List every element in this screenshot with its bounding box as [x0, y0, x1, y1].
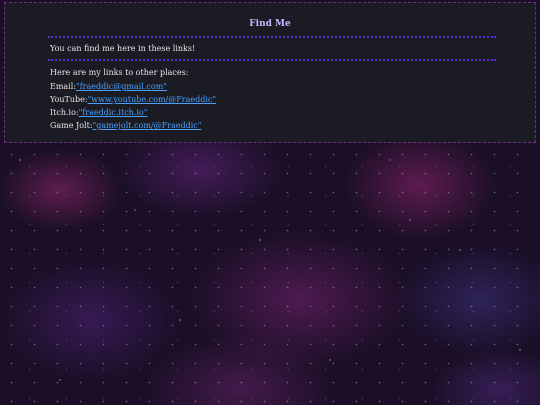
itch-label: Itch.io:: [50, 108, 79, 117]
page-title: Find Me: [249, 19, 291, 29]
email-row: Email:"fraeddic@gmail.com": [50, 82, 167, 92]
space-background: [0, 145, 540, 405]
middle-divider: [48, 59, 496, 61]
email-label: Email:: [50, 82, 77, 91]
gamejolt-row: Game Jolt:"gamejolt.com/@Fraeddic": [50, 121, 201, 131]
youtube-row: YouTube:"www.youtube.com/@Fraeddic": [50, 95, 216, 105]
links-subheading: Here are my links to other places:: [50, 68, 189, 77]
itch-row: Itch.io:"fraeddic.itch.io": [50, 108, 147, 118]
youtube-label: YouTube:: [50, 95, 88, 104]
gamejolt-link[interactable]: "gamejolt.com/@Fraeddic": [93, 121, 202, 130]
find-me-panel: Find Me You can find me here in these li…: [4, 2, 536, 143]
gamejolt-label: Game Jolt:: [50, 121, 93, 130]
email-link[interactable]: "fraeddic@gmail.com": [76, 82, 167, 91]
itch-link[interactable]: "fraeddic.itch.io": [79, 108, 148, 117]
intro-text: You can find me here in these links!: [50, 44, 196, 53]
youtube-link[interactable]: "www.youtube.com/@Fraeddic": [88, 95, 217, 104]
top-divider: [48, 36, 496, 38]
